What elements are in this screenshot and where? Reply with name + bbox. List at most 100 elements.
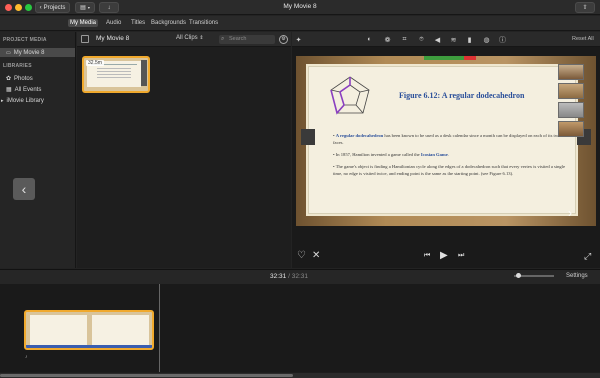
tab-my-media[interactable]: My Media: [68, 19, 99, 27]
sidebar-item-imovie-library[interactable]: ▸ iMovie Library: [1, 96, 44, 105]
bullet-text: .: [447, 152, 449, 157]
bullet-link: Icosian Game: [420, 152, 448, 157]
media-view-button[interactable]: ▤ ▾: [75, 2, 95, 13]
participant-thumbnails: [558, 64, 590, 142]
scrollbar-thumb[interactable]: [0, 374, 293, 377]
browser-title: My Movie 8: [96, 35, 130, 42]
tab-audio[interactable]: Audio: [104, 19, 123, 27]
zoom-slider-knob[interactable]: [516, 273, 521, 278]
import-button[interactable]: ↓: [99, 2, 119, 13]
video-frame: Figure 6.12: A regular dodecahedron • A …: [296, 56, 596, 226]
magic-wand-icon[interactable]: ✦: [294, 35, 303, 44]
speed-icon[interactable]: ▮: [465, 35, 474, 44]
film-grid-icon: ▤: [80, 5, 86, 11]
sidebar-item-label: iMovie Library: [6, 97, 44, 104]
viewer-panel: ✦ ◐ ❁ ⌗ ⌾ ◀ ≋ ▮ ◍ ⓘ Reset All Figure 6.1…: [292, 32, 600, 268]
thumbnail-participants: [141, 60, 147, 86]
clip-frame: [92, 315, 149, 345]
stop-indicator: [464, 56, 476, 60]
reset-all-button[interactable]: Reset All: [572, 36, 594, 42]
previous-button[interactable]: ‹: [13, 178, 35, 200]
participant-video: [558, 64, 584, 80]
clip-filter-select[interactable]: All Clips ⇕: [176, 35, 204, 41]
tab-backgrounds[interactable]: Backgrounds: [149, 19, 188, 27]
color-balance-icon[interactable]: ◐: [365, 35, 374, 44]
chevron-left-icon: ‹: [21, 181, 27, 197]
imovie-window: ‹ Projects ▤ ▾ ↓ My Movie 8 ⇧ My Media Au…: [0, 0, 600, 378]
photos-icon: ✿: [6, 76, 12, 82]
film-icon: ▭: [6, 49, 11, 56]
browser-toolbar: My Movie 8 All Clips ⇕ ⌕ Search ⚙: [77, 32, 291, 47]
participant-video: [558, 102, 584, 118]
clip-duration-badge: 32.5m: [86, 60, 104, 66]
crop-icon[interactable]: ⌗: [400, 35, 409, 44]
share-button[interactable]: ⇧: [575, 2, 595, 13]
share-icon: ⇧: [582, 5, 588, 11]
search-placeholder: Search: [229, 36, 247, 42]
favorite-heart-icon[interactable]: ♡: [297, 250, 306, 261]
participant-video: [558, 121, 584, 137]
download-arrow-icon: ↓: [107, 4, 111, 11]
sidebar-toggle-icon[interactable]: [81, 35, 89, 43]
next-slide-chevron-icon[interactable]: ›: [568, 206, 572, 220]
slide-title: Figure 6.12: A regular dodecahedron: [399, 91, 525, 100]
sidebar-item-photos[interactable]: ✿ Photos: [6, 74, 33, 83]
libraries-sidebar: PROJECT MEDIA ▭ My Movie 8 LIBRARIES ✿ P…: [0, 32, 76, 268]
tab-transitions[interactable]: Transitions: [187, 19, 220, 27]
slide-bullet-3: • The game's object is finding a Hamilto…: [333, 164, 565, 176]
timeline-settings-button[interactable]: Settings: [566, 273, 588, 279]
projects-label: Projects: [43, 4, 66, 11]
timeline-header: 32:31 / 32:31 Settings: [0, 270, 600, 284]
clip-filter-value: All Clips: [176, 35, 198, 41]
slide-bullet-2: • In 1857, Hamilton invented a game call…: [333, 152, 449, 157]
play-icon[interactable]: ▶: [440, 250, 448, 261]
title-bar: ‹ Projects ▤ ▾ ↓ My Movie 8 ⇧: [0, 0, 600, 15]
color-correction-icon[interactable]: ❁: [383, 35, 392, 44]
window-title: My Movie 8: [283, 3, 317, 10]
reject-x-icon[interactable]: ✕: [312, 250, 320, 261]
search-icon: ⌕: [221, 36, 225, 42]
stabilization-icon[interactable]: ⌾: [417, 35, 426, 44]
timeline-scrollbar[interactable]: [0, 373, 600, 378]
tab-titles[interactable]: Titles: [129, 19, 147, 27]
zoom-window-button[interactable]: [25, 4, 32, 11]
chevron-left-icon: ‹: [39, 4, 42, 11]
info-icon[interactable]: ⓘ: [498, 35, 507, 44]
presentation-slide: Figure 6.12: A regular dodecahedron • A …: [308, 66, 576, 214]
sidebar-item-label: My Movie 8: [13, 49, 45, 56]
sidebar-item-label: Photos: [14, 75, 33, 82]
chevron-updown-icon: ⇕: [199, 35, 204, 41]
slide-left-tab: [301, 129, 315, 145]
minimize-window-button[interactable]: [15, 4, 22, 11]
audio-waveform: [26, 345, 152, 348]
skip-back-icon[interactable]: ⏮: [424, 252, 430, 260]
clip-filter-icon[interactable]: ◍: [482, 35, 491, 44]
participant-video: [558, 83, 584, 99]
clip-frame: [30, 315, 87, 345]
bullet-link: A regular dodecahedron: [335, 133, 384, 138]
slide-bullet-1: • A regular dodecahedron has been known …: [333, 133, 566, 145]
skip-forward-icon[interactable]: ⏭: [458, 252, 464, 260]
libraries-header: LIBRARIES: [3, 63, 32, 69]
total-time: 32:31: [291, 273, 308, 280]
adjustments-toolbar: ✦ ◐ ❁ ⌗ ⌾ ◀ ≋ ▮ ◍ ⓘ Reset All: [292, 32, 600, 47]
sidebar-item-my-movie[interactable]: ▭ My Movie 8: [0, 48, 75, 57]
projects-button[interactable]: ‹ Projects: [35, 2, 70, 13]
settings-gear-icon[interactable]: ⚙: [279, 35, 288, 44]
noise-reduction-icon[interactable]: ≋: [449, 35, 458, 44]
timeline-panel: 32:31 / 32:31 Settings ♪: [0, 269, 600, 378]
fullscreen-icon[interactable]: ⤢: [584, 251, 591, 262]
search-input[interactable]: ⌕ Search: [219, 35, 275, 44]
sidebar-item-all-events[interactable]: ▦ All Events: [6, 85, 41, 94]
volume-icon[interactable]: ◀: [433, 35, 442, 44]
bullet-text: In 1857, Hamilton invented a game called…: [335, 152, 421, 157]
events-grid-icon: ▦: [6, 87, 12, 93]
dodecahedron-illustration: [330, 76, 370, 115]
project-media-header: PROJECT MEDIA: [3, 37, 47, 43]
clip-thumbnail[interactable]: 32.5m: [82, 56, 150, 93]
timeline-clip[interactable]: [24, 310, 154, 350]
media-tabs-bar: My Media Audio Titles Backgrounds Transi…: [0, 16, 600, 31]
playhead[interactable]: [159, 284, 160, 372]
disclosure-triangle-icon: ▸: [1, 97, 4, 104]
close-window-button[interactable]: [5, 4, 12, 11]
